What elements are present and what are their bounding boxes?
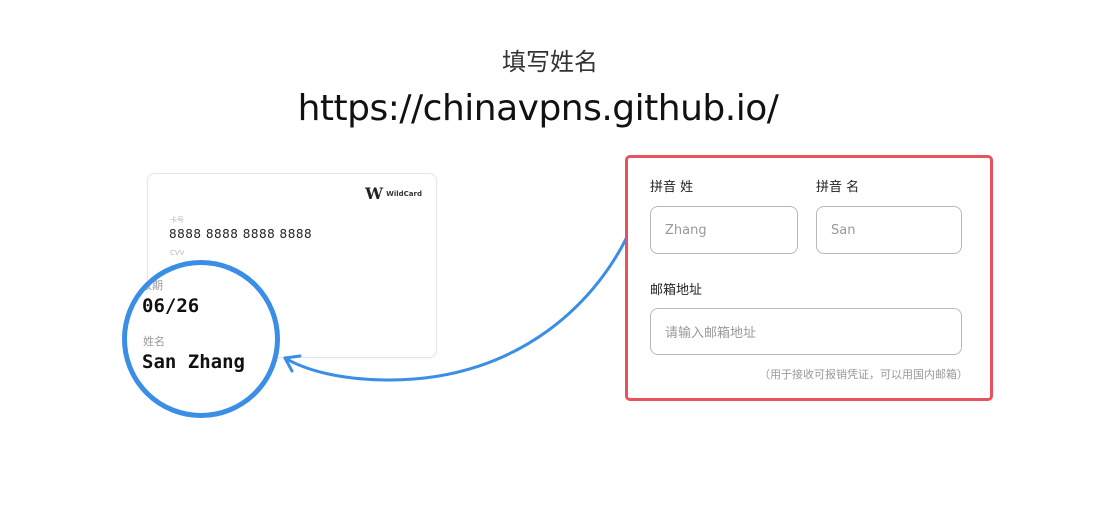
- given-name-input[interactable]: San: [816, 206, 962, 254]
- surname-input[interactable]: Zhang: [650, 206, 798, 254]
- email-label: 邮箱地址: [650, 283, 703, 298]
- given-name-label: 拼音 名: [816, 180, 860, 195]
- surname-label: 拼音 姓: [650, 180, 694, 195]
- name-form-panel: 拼音 姓 拼音 名 Zhang San 邮箱地址 请输入邮箱地址 （用于接收可报…: [625, 155, 993, 401]
- email-hint: （用于接收可报销凭证，可以用国内邮箱）: [759, 368, 968, 381]
- email-input[interactable]: 请输入邮箱地址: [650, 308, 962, 355]
